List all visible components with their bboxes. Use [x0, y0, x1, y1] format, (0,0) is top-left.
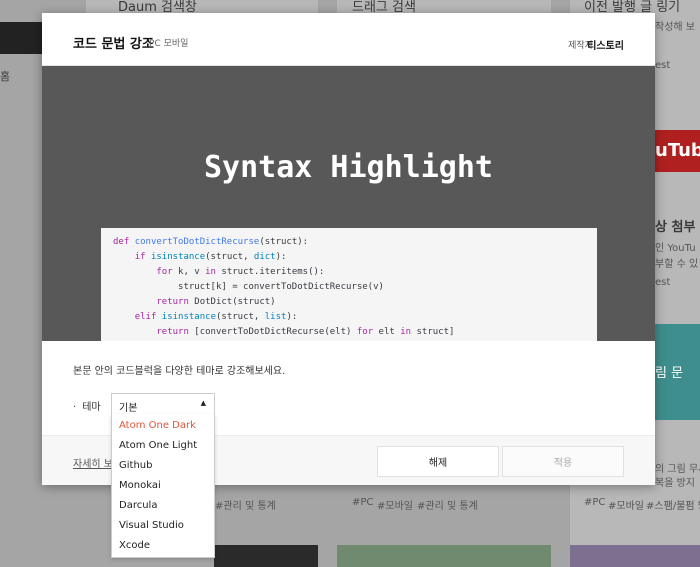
platform-label: PC 모바일: [149, 39, 189, 49]
code-line: return DotDict(struct): [156, 297, 276, 307]
theme-option-monokai[interactable]: Monokai: [112, 476, 214, 496]
background-text: est: [655, 277, 671, 288]
code-line: elif isinstance(struct, list):: [134, 312, 298, 322]
theme-option-darcula[interactable]: Darcula: [112, 496, 214, 516]
deactivate-button[interactable]: 해제: [377, 446, 499, 477]
modal-header: 코드 문법 강조 PC 모바일 제작자 티스토리: [42, 13, 655, 66]
background-text: 림 문: [655, 366, 684, 381]
background-text: 부할 수 있: [655, 259, 699, 270]
plugin-description: 본문 안의 코드블럭을 다양한 테마로 강조해보세요.: [73, 366, 286, 377]
background-thumbnail: [214, 545, 318, 567]
background-thumbnail: [337, 545, 551, 567]
background-thumbnail: [570, 545, 700, 567]
background-tag: #관리 및 통계: [417, 501, 478, 512]
background-tag: #PC: [584, 497, 606, 508]
theme-options: Atom One Dark Atom One Light Github Mono…: [111, 414, 215, 558]
theme-setting: · 테마: [73, 398, 101, 413]
background-tag: #모바일: [377, 501, 413, 512]
background-tag: #스팸/불펌 방지: [646, 501, 700, 512]
theme-select[interactable]: 기본 ▲: [111, 393, 215, 414]
background-text: 상 첨부: [655, 220, 696, 235]
code-line: struct[k] = convertToDotDictRecurse(v): [113, 282, 384, 292]
background-sidebar-text: 홈: [0, 70, 11, 83]
theme-option-github[interactable]: Github: [112, 456, 214, 476]
theme-option-visual-studio[interactable]: Visual Studio: [112, 516, 214, 536]
background-text: 의 그림 무사: [655, 464, 700, 475]
background-tag: #PC: [352, 497, 374, 508]
code-line: def convertToDotDictRecurse(struct):: [113, 237, 309, 247]
code-line: for k, v in struct.iteritems():: [156, 267, 325, 277]
code-preview: def convertToDotDictRecurse(struct): if …: [101, 228, 597, 341]
background-text: 작성해 보: [655, 22, 695, 33]
bullet: ·: [73, 402, 77, 413]
theme-option-atom-one-light[interactable]: Atom One Light: [112, 436, 214, 456]
code-line: return [convertToDotDictRecurse(elt) for…: [156, 327, 455, 337]
background-text: 복을 방지: [655, 478, 695, 489]
theme-label: 테마: [82, 402, 101, 413]
preview-image: Syntax Highlight def convertToDotDictRec…: [42, 66, 655, 341]
background-dark-bar: [0, 22, 42, 54]
theme-select-value: 기본: [119, 403, 138, 414]
modal-title: 코드 문법 강조: [73, 37, 154, 52]
theme-option-xcode[interactable]: Xcode: [112, 536, 214, 556]
details-link[interactable]: 자세히 보: [73, 455, 113, 470]
background-text: est: [655, 60, 671, 71]
code-line: if isinstance(struct, dict):: [134, 252, 287, 262]
preview-title: Syntax Highlight: [204, 150, 493, 185]
background-tag: #관리 및 통계: [215, 501, 276, 512]
apply-button[interactable]: 적용: [502, 446, 624, 477]
theme-option-atom-one-dark[interactable]: Atom One Dark: [112, 416, 214, 436]
maker-name: 티스토리: [587, 41, 624, 52]
youtube-logo-text: uTub: [655, 140, 700, 161]
background-text: 인 YouTu: [655, 243, 696, 254]
caret-up-icon: ▲: [200, 399, 206, 407]
background-tag: #모바일: [608, 501, 644, 512]
